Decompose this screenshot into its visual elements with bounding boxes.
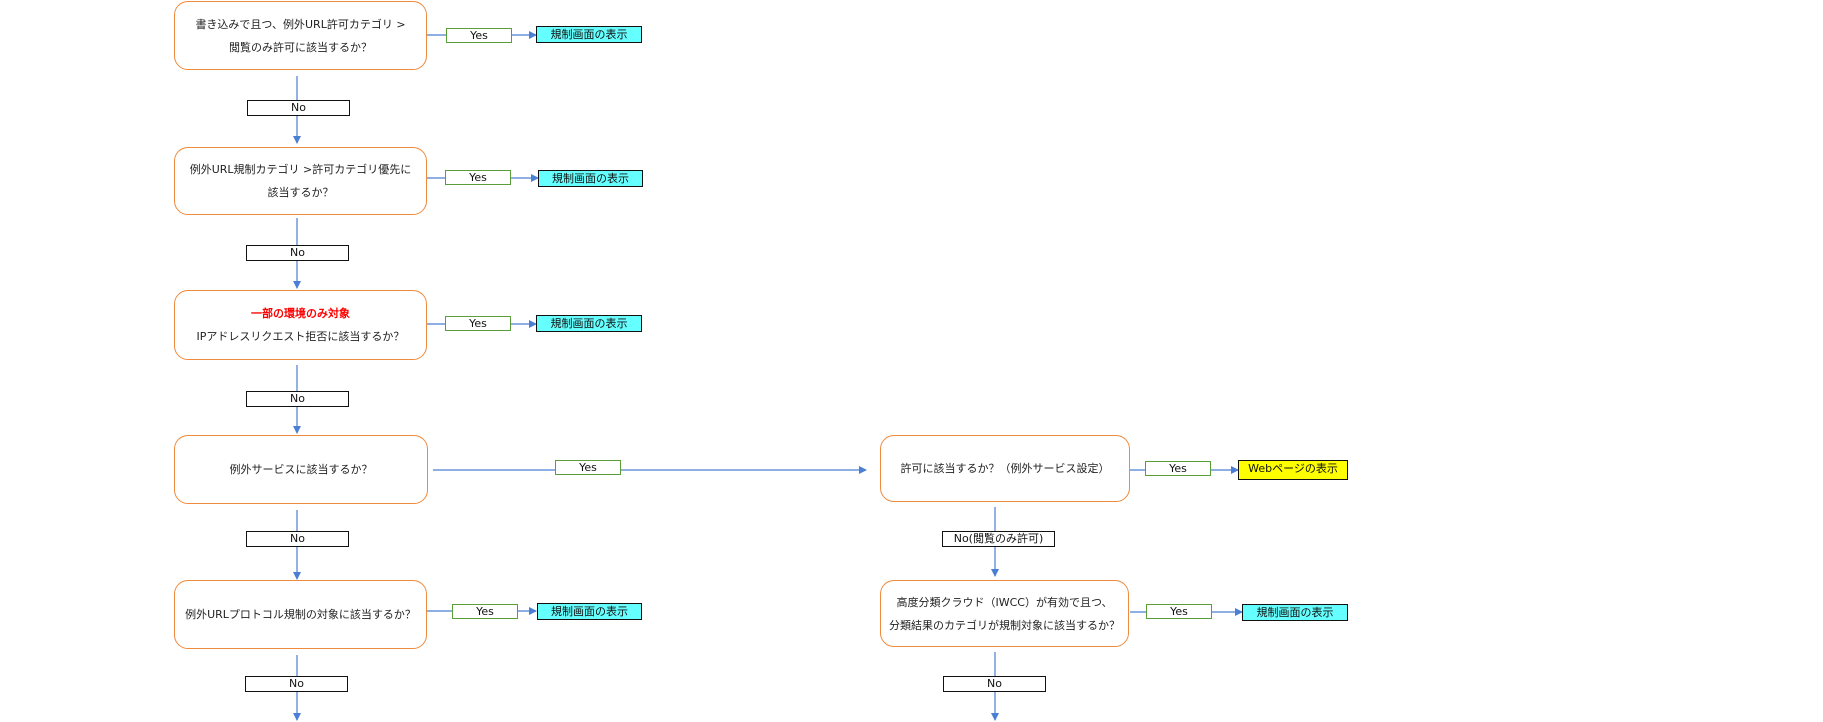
decision-write-exception-url: 書き込みで且つ、例外URL許可カテゴリ > 閲覧のみ許可に該当するか？ [174, 1, 427, 70]
no-label: No [247, 100, 350, 116]
decision-exception-service-allow: 許可に該当するか？（例外サービス設定） [880, 435, 1130, 502]
decision-iwcc-category: 高度分類クラウド（IWCC）が有効で且つ、 分類結果のカテゴリが規制対象に該当す… [880, 580, 1129, 647]
decision-text-line1: 例外URLプロトコル規制の対象に該当するか？ [185, 608, 416, 621]
yes-label: Yes [445, 316, 511, 331]
yes-label: Yes [445, 170, 511, 185]
no-label: No [943, 676, 1046, 692]
result-blocked-screen: 規制画面の表示 [538, 170, 643, 187]
decision-text-line1: 例外URL規制カテゴリ >許可カテゴリ優先に [189, 163, 412, 176]
decision-text-line2: 閲覧のみ許可に該当するか？ [229, 40, 372, 54]
yes-label: Yes [446, 28, 512, 43]
yes-label: Yes [1146, 604, 1212, 619]
result-webpage-display: Webページの表示 [1238, 460, 1348, 480]
result-blocked-screen: 規制画面の表示 [537, 603, 642, 620]
decision-text-line1: 許可に該当するか？（例外サービス設定） [900, 462, 1110, 475]
yes-label: Yes [452, 604, 518, 619]
decision-text-line1: 高度分類クラウド（IWCC）が有効で且つ、 [896, 595, 1113, 609]
decision-ip-address-request-deny: 一部の環境のみ対象 IPアドレスリクエスト拒否に該当するか？ [174, 290, 427, 360]
decision-exception-url-category-priority: 例外URL規制カテゴリ >許可カテゴリ優先に 該当するか？ [174, 147, 427, 215]
decision-text-line2: 該当するか？ [267, 186, 334, 199]
no-label: No [245, 676, 348, 692]
decision-text-line2: 分類結果のカテゴリが規制対象に該当するか？ [889, 618, 1120, 632]
yes-label: Yes [555, 460, 621, 475]
no-browse-only-label: No(閲覧のみ許可) [942, 531, 1055, 547]
decision-text-line1: 書き込みで且つ、例外URL許可カテゴリ > [195, 17, 406, 31]
flowchart: 書き込みで且つ、例外URL許可カテゴリ > 閲覧のみ許可に該当するか？ 例外UR… [0, 0, 1823, 722]
decision-exception-url-protocol: 例外URLプロトコル規制の対象に該当するか？ [174, 580, 427, 649]
result-blocked-screen: 規制画面の表示 [536, 26, 642, 43]
decision-text-line1: 例外サービスに該当するか？ [229, 463, 373, 476]
result-blocked-screen: 規制画面の表示 [536, 315, 642, 332]
decision-note: 一部の環境のみ対象 [251, 307, 350, 320]
no-label: No [246, 531, 349, 547]
result-blocked-screen: 規制画面の表示 [1242, 604, 1348, 621]
decision-text-line1: IPアドレスリクエスト拒否に該当するか？ [196, 330, 405, 343]
decision-exception-service: 例外サービスに該当するか？ [174, 435, 428, 504]
yes-label: Yes [1145, 461, 1211, 476]
no-label: No [246, 245, 349, 261]
no-label: No [246, 391, 349, 407]
